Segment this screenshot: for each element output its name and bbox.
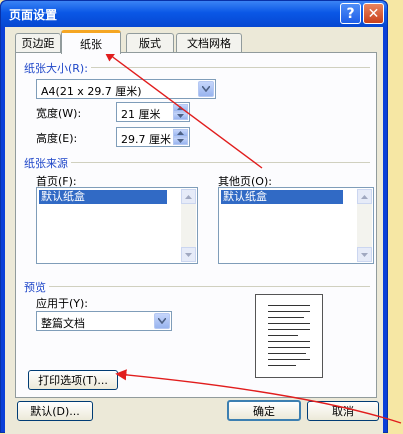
height-value: 29.7 厘米: [121, 133, 171, 146]
chevron-up-icon[interactable]: [173, 104, 188, 112]
close-button[interactable]: ✕: [363, 3, 384, 24]
paper-size-value: A4(21 x 29.7 厘米): [41, 85, 142, 98]
paper-size-select[interactable]: A4(21 x 29.7 厘米): [36, 79, 216, 99]
preview-text-line: [268, 311, 310, 312]
help-button[interactable]: ?: [340, 3, 361, 24]
preview-text-line: [268, 323, 310, 324]
dialog-title: 页面设置: [9, 8, 58, 22]
scroll-up-icon[interactable]: [181, 189, 196, 204]
ok-button[interactable]: 确定: [227, 400, 301, 421]
title-bar: 页面设置 ? ✕: [1, 1, 387, 27]
preview-divider: [24, 286, 370, 287]
apply-to-value: 整篇文档: [41, 317, 85, 330]
preview-text-line: [268, 329, 310, 330]
first-page-tray-item[interactable]: 默认纸盒: [39, 190, 167, 204]
chevron-up-icon[interactable]: [173, 129, 188, 137]
height-label: 高度(E):: [36, 132, 78, 145]
tab-margins[interactable]: 页边距: [15, 33, 61, 52]
chevron-down-icon[interactable]: [154, 313, 170, 329]
width-label: 宽度(W):: [36, 107, 82, 120]
preview-text-line: [268, 359, 310, 360]
preview-text-line: [268, 335, 298, 336]
cancel-button[interactable]: 取消: [307, 401, 379, 421]
preview-text-line: [268, 305, 310, 306]
other-pages-tray-item[interactable]: 默认纸盒: [221, 190, 343, 204]
preview-group-label: 预览: [24, 279, 49, 295]
paper-source-group-label: 纸张来源: [24, 155, 71, 171]
height-spinner[interactable]: 29.7 厘米: [116, 127, 190, 147]
default-button[interactable]: 默认(D)...: [17, 401, 93, 421]
apply-to-select[interactable]: 整篇文档: [36, 311, 172, 331]
scroll-down-icon[interactable]: [181, 247, 196, 262]
page-setup-dialog: 页面设置 ? ✕ 页边距 纸张 版式 文档网格 纸张大小(R): A4(21 x…: [0, 0, 388, 434]
first-page-tray-list[interactable]: 默认纸盒: [36, 187, 198, 264]
tab-paper[interactable]: 纸张: [61, 30, 121, 54]
preview-text-line: [268, 317, 304, 318]
tab-layout[interactable]: 版式: [126, 33, 174, 52]
print-options-button[interactable]: 打印选项(T)...: [28, 370, 118, 390]
paper-size-group-label: 纸张大小(R):: [24, 60, 91, 76]
apply-to-label: 应用于(Y):: [36, 297, 89, 310]
preview-text-line: [268, 347, 310, 348]
first-page-scrollbar[interactable]: [181, 189, 196, 262]
width-spinner[interactable]: 21 厘米: [116, 102, 190, 122]
paper-source-divider: [24, 162, 370, 163]
other-pages-scrollbar[interactable]: [357, 189, 372, 262]
other-pages-tray-list[interactable]: 默认纸盒: [218, 187, 374, 264]
chevron-down-icon[interactable]: [173, 112, 188, 120]
chevron-down-icon[interactable]: [173, 137, 188, 145]
preview-text-line: [268, 341, 310, 342]
scroll-down-icon[interactable]: [357, 247, 372, 262]
chevron-down-icon[interactable]: [198, 81, 214, 97]
page-preview-thumbnail: [255, 294, 323, 378]
preview-text-line: [268, 365, 296, 366]
scroll-up-icon[interactable]: [357, 189, 372, 204]
tab-document-grid[interactable]: 文档网格: [176, 33, 242, 52]
preview-text-line: [268, 353, 306, 354]
dialog-body: 页边距 纸张 版式 文档网格 纸张大小(R): A4(21 x 29.7 厘米)…: [5, 27, 383, 434]
width-value: 21 厘米: [121, 108, 161, 121]
